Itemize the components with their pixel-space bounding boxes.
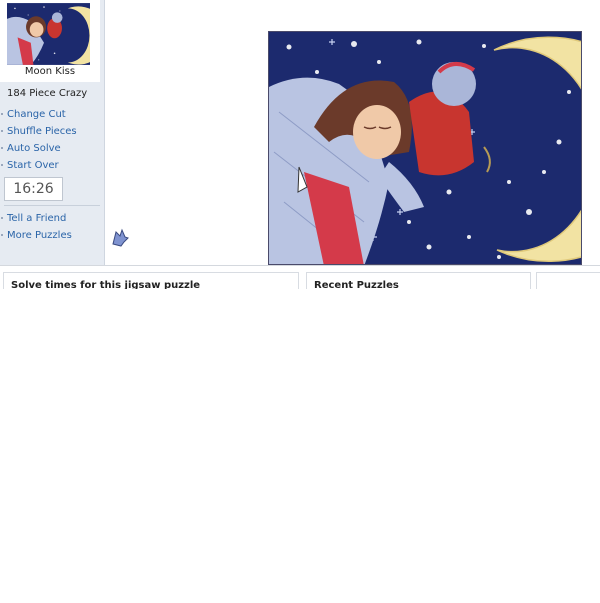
share-menu: Tell a Friend More Puzzles bbox=[0, 210, 104, 244]
puzzle-assembled-image[interactable] bbox=[268, 31, 582, 265]
recent-puzzles-panel: Recent Puzzles bbox=[306, 272, 531, 289]
solve-times-panel: Solve times for this jigsaw puzzle bbox=[3, 272, 299, 289]
recent-puzzles-heading: Recent Puzzles bbox=[314, 280, 399, 289]
puzzle-title: Moon Kiss bbox=[24, 66, 76, 77]
solve-times-heading: Solve times for this jigsaw puzzle bbox=[11, 280, 201, 289]
section-divider bbox=[0, 265, 600, 266]
puzzle-actions-menu: Change Cut Shuffle Pieces Auto Solve Sta… bbox=[0, 106, 104, 174]
shuffle-pieces-link[interactable]: Shuffle Pieces bbox=[0, 123, 104, 140]
puzzle-thumbnail[interactable] bbox=[7, 3, 90, 65]
piece-count-info: 184 Piece Crazy bbox=[7, 88, 88, 99]
tell-a-friend-link[interactable]: Tell a Friend bbox=[0, 210, 104, 227]
start-over-link[interactable]: Start Over bbox=[0, 157, 104, 174]
sidebar-divider bbox=[4, 205, 100, 206]
change-cut-link[interactable]: Change Cut bbox=[0, 106, 104, 123]
elapsed-timer: 16:26 bbox=[4, 177, 63, 201]
more-puzzles-link[interactable]: More Puzzles bbox=[0, 227, 104, 244]
sidebar: Moon Kiss 184 Piece Crazy Change Cut Shu… bbox=[0, 0, 105, 265]
side-panel bbox=[536, 272, 600, 289]
auto-solve-link[interactable]: Auto Solve bbox=[0, 140, 104, 157]
